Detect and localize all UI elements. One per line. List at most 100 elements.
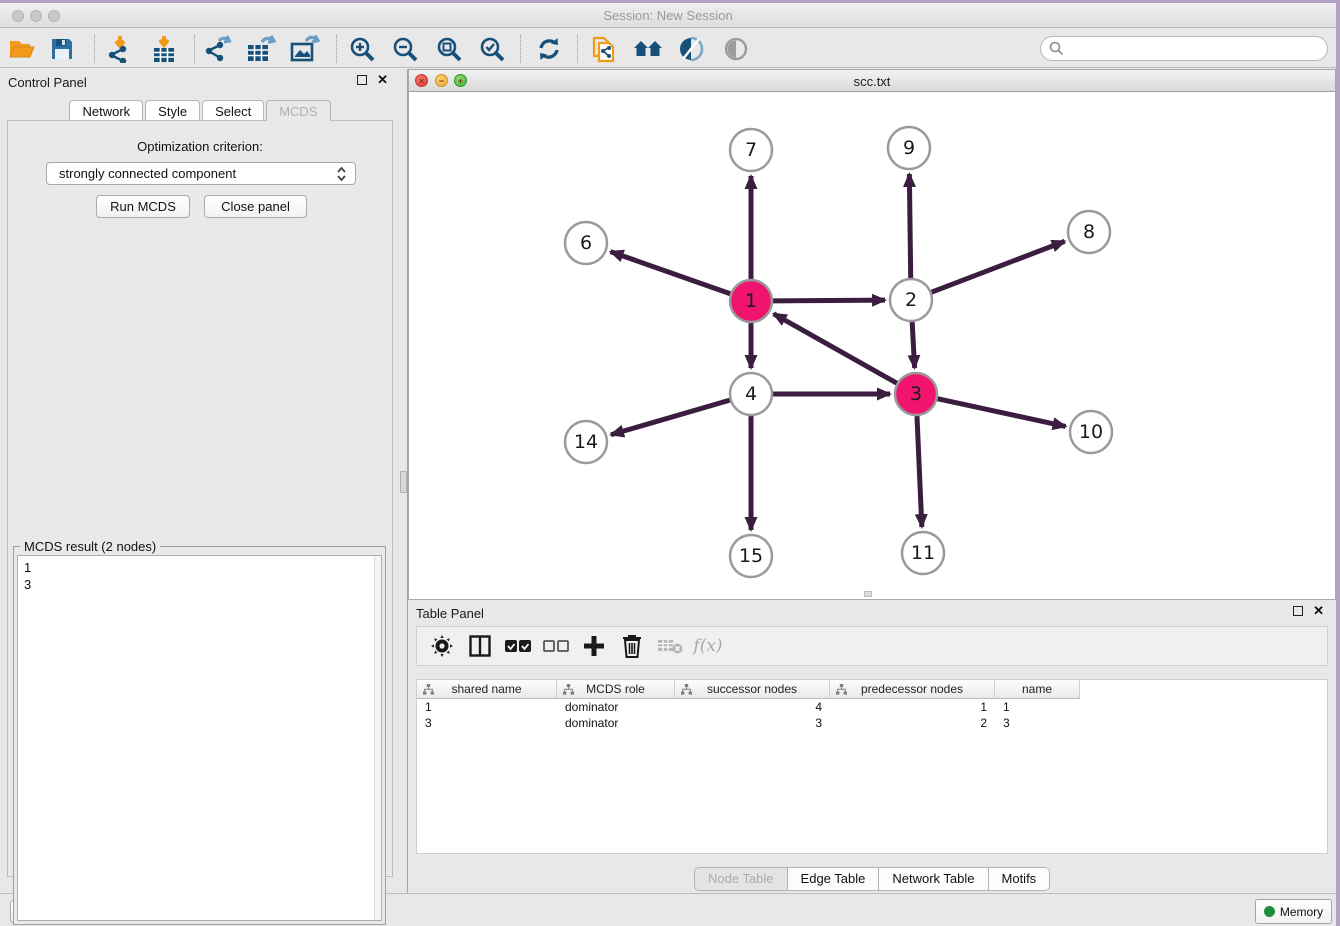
- table-cell[interactable]: 4: [675, 699, 830, 715]
- table-cell[interactable]: 2: [830, 715, 995, 731]
- table-panel-float-icon[interactable]: [1293, 606, 1303, 616]
- zoom-selected-icon[interactable]: [475, 34, 509, 64]
- graph-edge-2-3[interactable]: [912, 322, 914, 368]
- column-header-successor-nodes[interactable]: successor nodes: [675, 680, 830, 699]
- tab-edge-table[interactable]: Edge Table: [788, 867, 880, 891]
- delete-column-icon[interactable]: [615, 631, 649, 661]
- table-cell[interactable]: 3: [675, 715, 830, 731]
- tab-motifs[interactable]: Motifs: [989, 867, 1051, 891]
- table-row[interactable]: 1dominator411: [417, 699, 1327, 715]
- table-cell[interactable]: 1: [995, 699, 1080, 715]
- graph-node-3[interactable]: 3: [895, 373, 937, 415]
- splitter-handle[interactable]: [400, 471, 407, 493]
- export-image-icon[interactable]: [288, 34, 322, 64]
- network-canvas[interactable]: 7 9 6 8 1 2 4 3 14 10 15 11: [409, 92, 1335, 599]
- zoom-fit-icon[interactable]: [432, 34, 466, 64]
- table-cell[interactable]: dominator: [557, 699, 675, 715]
- tab-style[interactable]: Style: [145, 100, 200, 121]
- graph-edge-3-10[interactable]: [937, 399, 1065, 427]
- tab-network-table[interactable]: Network Table: [879, 867, 988, 891]
- main-toolbar: [0, 29, 1336, 68]
- graph-node-6[interactable]: 6: [565, 222, 607, 264]
- graph-edge-2-8[interactable]: [932, 241, 1065, 292]
- save-session-icon[interactable]: [45, 34, 79, 64]
- optimization-criterion-dropdown[interactable]: strongly connected component: [46, 162, 356, 185]
- show-style-icon[interactable]: [674, 34, 708, 64]
- mcds-result-textarea[interactable]: 1 3: [17, 555, 382, 921]
- graph-edge-4-14[interactable]: [611, 400, 730, 435]
- memory-button[interactable]: Memory: [1255, 899, 1332, 924]
- birds-eye-icon[interactable]: [719, 34, 753, 64]
- graph-node-label: 6: [580, 232, 592, 254]
- tab-mcds[interactable]: MCDS: [266, 100, 330, 121]
- toolbar-separator: [520, 35, 521, 63]
- zoom-in-icon[interactable]: [345, 34, 379, 64]
- graph-node-8[interactable]: 8: [1068, 211, 1110, 253]
- graph-node-4[interactable]: 4: [730, 373, 772, 415]
- split-columns-icon[interactable]: [463, 631, 497, 661]
- export-table-icon[interactable]: [244, 34, 278, 64]
- memory-label: Memory: [1280, 905, 1323, 919]
- graph-node-14[interactable]: 14: [565, 421, 607, 463]
- settings-gear-icon[interactable]: [425, 631, 459, 661]
- table-cell[interactable]: dominator: [557, 715, 675, 731]
- table-cell[interactable]: 1: [417, 699, 557, 715]
- graph-node-9[interactable]: 9: [888, 127, 930, 169]
- graph-edge-3-11[interactable]: [917, 416, 922, 527]
- tab-node-table[interactable]: Node Table: [694, 867, 788, 891]
- graph-edge-1-6[interactable]: [611, 252, 731, 294]
- control-panel-title: Control Panel: [8, 75, 87, 90]
- optimization-criterion-label: Optimization criterion:: [8, 139, 392, 154]
- result-scrollbar[interactable]: [374, 556, 381, 920]
- houses-icon[interactable]: [631, 34, 665, 64]
- import-network-icon[interactable]: [103, 34, 137, 64]
- tree-icon: [681, 684, 692, 695]
- close-panel-button[interactable]: Close panel: [204, 195, 307, 218]
- column-header-MCDS-role[interactable]: MCDS role: [557, 680, 675, 699]
- column-header-shared-name[interactable]: shared name: [417, 680, 557, 699]
- graph-node-label: 4: [745, 383, 757, 405]
- tab-network[interactable]: Network: [69, 100, 143, 121]
- zoom-out-icon[interactable]: [388, 34, 422, 64]
- control-panel-close-icon[interactable]: ✕: [377, 75, 388, 85]
- graph-node-label: 2: [905, 289, 917, 311]
- function-builder-icon[interactable]: f(x): [691, 631, 725, 661]
- column-header-predecessor-nodes[interactable]: predecessor nodes: [830, 680, 995, 699]
- graph-node-2[interactable]: 2: [890, 279, 932, 321]
- delete-table-icon[interactable]: [653, 631, 687, 661]
- table-row[interactable]: 3dominator323: [417, 715, 1327, 731]
- network-window-titlebar[interactable]: × − + scc.txt: [409, 70, 1335, 92]
- add-column-icon[interactable]: [577, 631, 611, 661]
- graph-node-label: 7: [745, 139, 757, 161]
- table-panel-close-icon[interactable]: ✕: [1313, 606, 1324, 616]
- tab-select[interactable]: Select: [202, 100, 264, 121]
- select-all-icon[interactable]: [501, 631, 535, 661]
- search-input[interactable]: [1040, 36, 1328, 61]
- mcds-result-title: MCDS result (2 nodes): [20, 539, 160, 554]
- graph-edge-2-9[interactable]: [909, 174, 910, 278]
- graph-node-7[interactable]: 7: [730, 129, 772, 171]
- graph-node-15[interactable]: 15: [730, 535, 772, 577]
- graph-node-11[interactable]: 11: [902, 532, 944, 574]
- deselect-all-icon[interactable]: [539, 631, 573, 661]
- column-header-name[interactable]: name: [995, 680, 1080, 699]
- search-text-field[interactable]: [1064, 40, 1327, 58]
- clone-network-icon[interactable]: [588, 34, 622, 64]
- graph-edge-1-2[interactable]: [773, 300, 885, 301]
- table-cell[interactable]: 1: [830, 699, 995, 715]
- table-cell[interactable]: 3: [417, 715, 557, 731]
- graph-edge-3-1[interactable]: [774, 314, 897, 383]
- network-resize-grip[interactable]: [864, 591, 872, 597]
- table-cell[interactable]: 3: [995, 715, 1080, 731]
- export-network-icon[interactable]: [201, 34, 235, 64]
- open-session-icon[interactable]: [5, 34, 39, 64]
- control-panel-float-icon[interactable]: [357, 75, 367, 85]
- toolbar-separator: [94, 35, 95, 63]
- import-table-icon[interactable]: [147, 34, 181, 64]
- graph-node-10[interactable]: 10: [1070, 411, 1112, 453]
- refresh-icon[interactable]: [532, 34, 566, 64]
- graph-node-1[interactable]: 1: [730, 280, 772, 322]
- run-mcds-button[interactable]: Run MCDS: [96, 195, 190, 218]
- mcds-result-line: 1: [24, 559, 375, 576]
- table-panel-title: Table Panel: [416, 606, 484, 621]
